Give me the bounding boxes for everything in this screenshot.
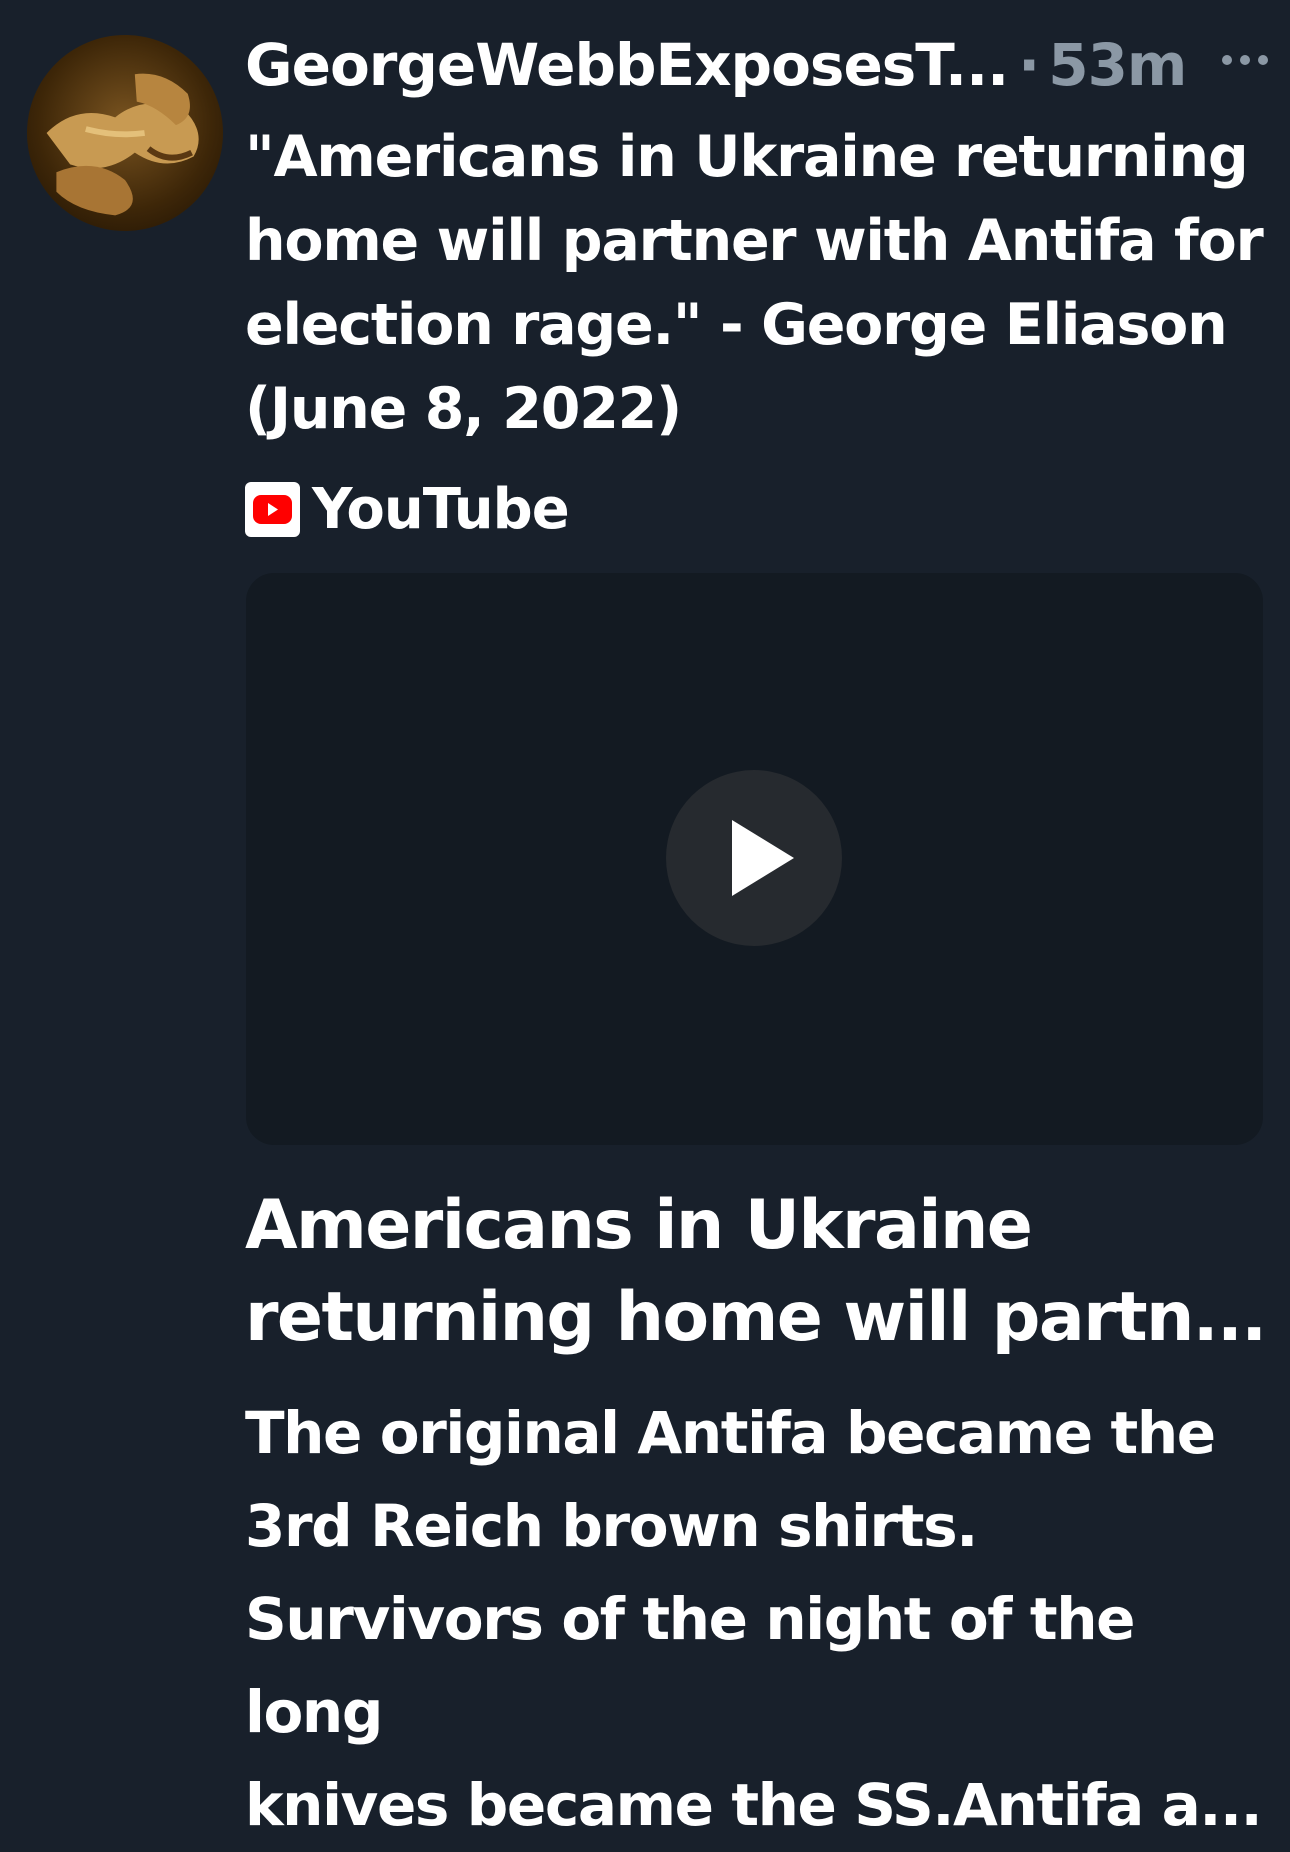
play-button[interactable] (666, 770, 842, 946)
card-title-line: Americans in Ukraine (245, 1186, 1033, 1265)
author-name[interactable]: GeorgeWebbExposesT... (245, 31, 1009, 99)
tweet-text-line: (June 8, 2022) (245, 376, 682, 442)
avatar-image (46, 73, 199, 216)
link-source[interactable]: YouTube (245, 474, 570, 544)
link-card-description[interactable]: The original Antifa became the 3rd Reich… (245, 1387, 1285, 1852)
tweet-text: "Americans in Ukraine returning home wil… (245, 115, 1275, 451)
play-icon (732, 820, 794, 896)
more-options-icon[interactable] (1215, 40, 1275, 80)
timestamp[interactable]: 53m (1048, 31, 1187, 99)
avatar[interactable] (27, 35, 223, 231)
card-description-line: 3rd Reich brown shirts. (245, 1492, 978, 1560)
card-description-line: Survivors of the night of the long (245, 1585, 1135, 1746)
tweet[interactable]: GeorgeWebbExposesT... · 53m "Americans i… (0, 0, 1290, 1839)
card-description-line: The original Antifa became the (245, 1399, 1216, 1467)
link-card-title[interactable]: Americans in Ukraine returning home will… (245, 1180, 1275, 1364)
source-label: YouTube (312, 476, 570, 542)
video-thumbnail[interactable] (246, 573, 1263, 1145)
youtube-icon (245, 481, 300, 537)
card-title-line: returning home will partn... (245, 1278, 1267, 1357)
tweet-text-line: home will partner with Antifa for (245, 208, 1264, 274)
tweet-header: GeorgeWebbExposesT... · 53m (245, 30, 1275, 100)
tweet-text-line: election rage." - George Eliason (245, 292, 1228, 358)
card-description-line: knives became the SS.Antifa a... (245, 1771, 1263, 1839)
tweet-text-line: "Americans in Ukraine returning (245, 124, 1249, 190)
separator-dot: · (1018, 31, 1041, 99)
